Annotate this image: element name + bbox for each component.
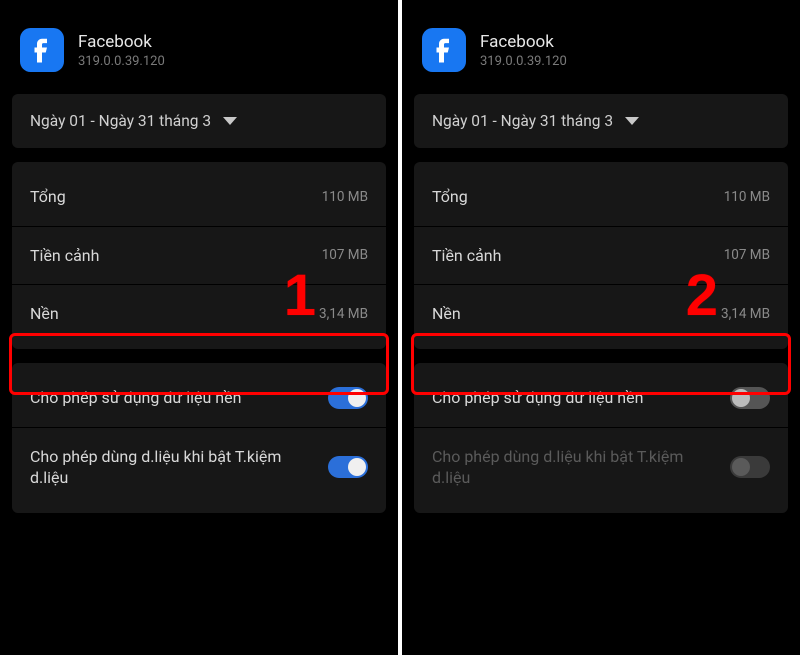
app-title-block: Facebook 319.0.0.39.120 [78,31,165,68]
stat-label: Nền [432,303,461,325]
toggle-allow-saver [730,456,770,478]
chevron-down-icon [625,117,639,125]
stat-value: 110 MB [322,189,368,205]
stat-row-total: Tổng 110 MB [414,168,788,227]
stat-value: 3,14 MB [319,306,368,322]
toggle-allow-bg[interactable] [328,387,368,409]
date-range-text: Ngày 01 - Ngày 31 tháng 3 [432,112,613,130]
toggle-row-allow-saver: Cho phép dùng d.liệu khi bật T.kiệm d.li… [414,428,788,507]
stat-label: Nền [30,303,59,325]
data-usage-card: Tổng 110 MB Tiền cảnh 107 MB Nền 3,14 MB [12,162,386,349]
toggle-label: Cho phép dùng d.liệu khi bật T.kiệm d.li… [432,446,686,489]
step-number-1: 1 [284,262,316,329]
chevron-down-icon [223,117,237,125]
facebook-icon [20,28,64,72]
toggle-allow-saver[interactable] [328,456,368,478]
app-version: 319.0.0.39.120 [78,54,165,69]
stat-row-foreground: Tiền cảnh 107 MB [12,227,386,286]
toggle-row-allow-saver: Cho phép dùng d.liệu khi bật T.kiệm d.li… [12,428,386,507]
app-header: Facebook 319.0.0.39.120 [402,0,800,86]
stat-label: Tiền cảnh [30,245,99,267]
toggle-row-allow-bg: Cho phép sử dụng dữ liệu nền [12,369,386,428]
screen-left: Facebook 319.0.0.39.120 Ngày 01 - Ngày 3… [0,0,398,655]
stat-label: Tổng [30,186,66,208]
toggles-card: Cho phép sử dụng dữ liệu nền Cho phép dù… [414,363,788,513]
stat-label: Tổng [432,186,468,208]
stat-label: Tiền cảnh [432,245,501,267]
app-title-block: Facebook 319.0.0.39.120 [480,31,567,68]
stat-row-background: Nền 3,14 MB [12,285,386,343]
toggle-label: Cho phép sử dụng dữ liệu nền [432,387,643,409]
stat-row-foreground: Tiền cảnh 107 MB [414,227,788,286]
toggle-label: Cho phép sử dụng dữ liệu nền [30,387,241,409]
date-range-selector[interactable]: Ngày 01 - Ngày 31 tháng 3 [12,94,386,148]
app-header: Facebook 319.0.0.39.120 [0,0,398,86]
stat-value: 110 MB [724,189,770,205]
stat-row-total: Tổng 110 MB [12,168,386,227]
facebook-icon [422,28,466,72]
toggle-allow-bg[interactable] [730,387,770,409]
stat-value: 3,14 MB [721,306,770,322]
screen-right: Facebook 319.0.0.39.120 Ngày 01 - Ngày 3… [402,0,800,655]
data-usage-card: Tổng 110 MB Tiền cảnh 107 MB Nền 3,14 MB [414,162,788,349]
date-range-text: Ngày 01 - Ngày 31 tháng 3 [30,112,211,130]
app-name: Facebook [78,31,165,53]
date-range-selector[interactable]: Ngày 01 - Ngày 31 tháng 3 [414,94,788,148]
stat-value: 107 MB [724,247,770,263]
stat-row-background: Nền 3,14 MB [414,285,788,343]
toggles-card: Cho phép sử dụng dữ liệu nền Cho phép dù… [12,363,386,513]
toggle-label: Cho phép dùng d.liệu khi bật T.kiệm d.li… [30,446,284,489]
stat-value: 107 MB [322,247,368,263]
app-version: 319.0.0.39.120 [480,54,567,69]
step-number-2: 2 [686,262,718,329]
toggle-row-allow-bg: Cho phép sử dụng dữ liệu nền [414,369,788,428]
app-name: Facebook [480,31,567,53]
